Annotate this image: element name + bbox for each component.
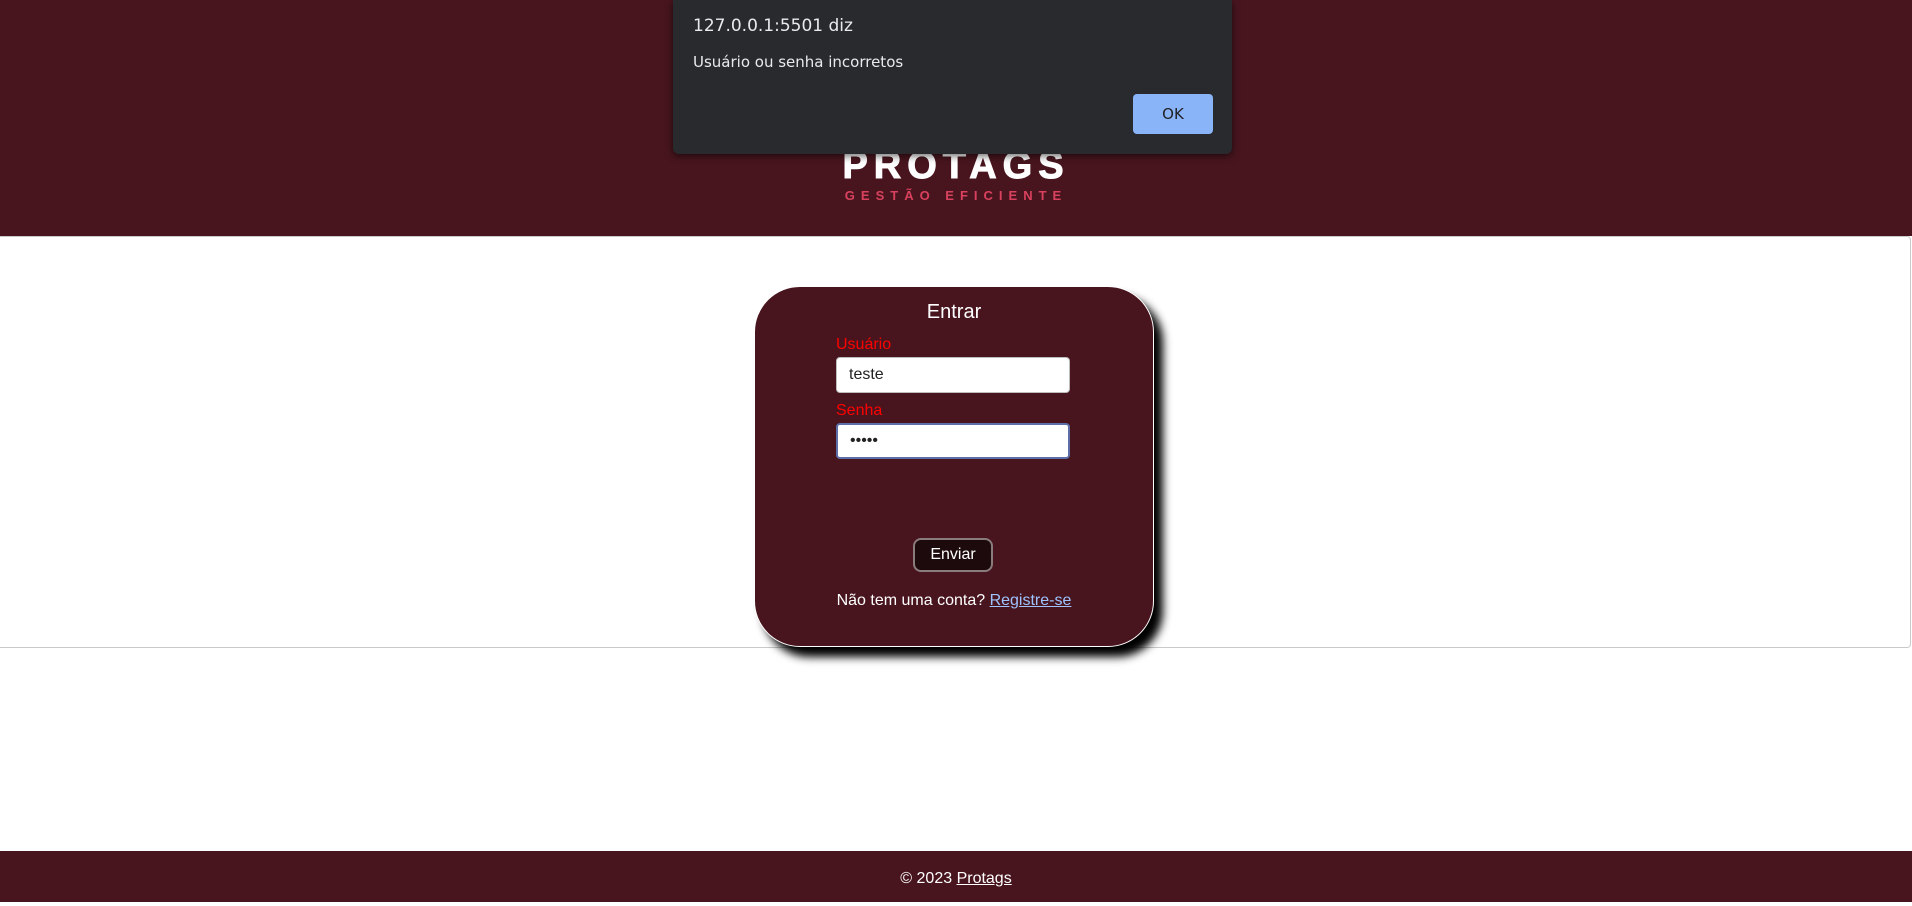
alert-ok-button[interactable]: OK bbox=[1133, 94, 1213, 134]
login-card: Entrar Usuário Senha Enviar Não tem uma … bbox=[754, 286, 1154, 647]
alert-dialog-message: Usuário ou senha incorretos bbox=[693, 53, 904, 71]
footer-copyright: © 2023 bbox=[900, 870, 953, 887]
footer-brand-link[interactable]: Protags bbox=[957, 870, 1012, 887]
site-footer: © 2023 Protags bbox=[0, 851, 1912, 902]
username-input[interactable] bbox=[836, 357, 1070, 393]
signup-prompt-text: Não tem uma conta? bbox=[836, 592, 986, 609]
alert-dialog-title: 127.0.0.1:5501 diz bbox=[693, 16, 853, 36]
protags-logo: PROTAGS GESTÃO EFICIENTE bbox=[0, 146, 1912, 204]
alert-dialog: 127.0.0.1:5501 diz Usuário ou senha inco… bbox=[673, 0, 1232, 154]
submit-button[interactable]: Enviar bbox=[913, 538, 993, 572]
logo-tagline: GESTÃO EFICIENTE bbox=[844, 188, 1068, 203]
signup-prompt: Não tem uma conta? Registre-se bbox=[755, 592, 1153, 610]
username-label: Usuário bbox=[836, 336, 892, 353]
password-input[interactable] bbox=[836, 423, 1070, 459]
signup-link[interactable]: Registre-se bbox=[990, 592, 1072, 609]
login-title: Entrar bbox=[926, 301, 982, 323]
password-label: Senha bbox=[836, 402, 883, 419]
